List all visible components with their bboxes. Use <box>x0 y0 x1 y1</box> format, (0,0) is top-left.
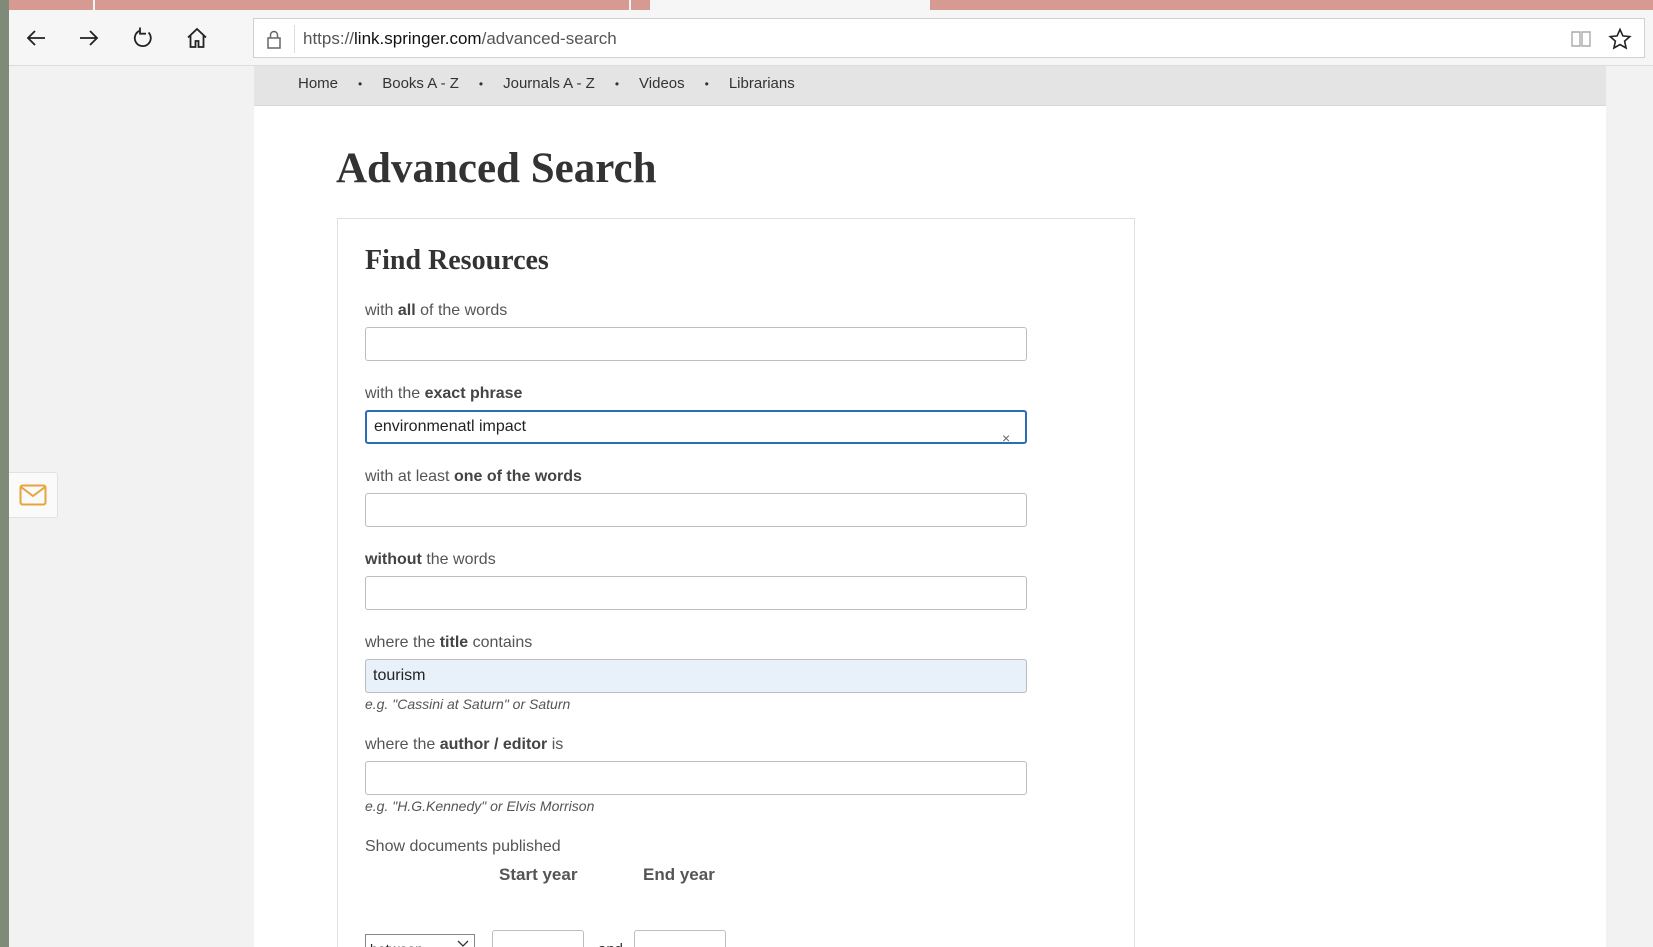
label-text: the words <box>421 551 496 568</box>
refresh-button[interactable] <box>125 20 161 56</box>
all-words-input[interactable] <box>365 327 1027 361</box>
back-arrow-icon <box>26 30 45 46</box>
home-icon <box>187 27 207 48</box>
title-contains-input[interactable] <box>365 659 1027 693</box>
forward-button[interactable] <box>71 20 107 56</box>
without-words-input[interactable] <box>365 576 1027 610</box>
start-year-label: Start year <box>499 865 578 884</box>
url-scheme: https:// <box>303 29 355 48</box>
envelope-icon <box>19 484 47 506</box>
url-text: https://link.springer.com/advanced-searc… <box>303 29 617 49</box>
tab-strip <box>9 0 1653 10</box>
title-contains-label: where the title contains <box>365 634 532 652</box>
tab-divider <box>629 0 631 10</box>
site-nav-bar: Home • Books A - Z • Journals A - Z • Vi… <box>254 66 1606 106</box>
author-hint: e.g. "H.G.Kennedy" or Elvis Morrison <box>365 798 595 814</box>
url-path: /advanced-search <box>481 29 617 48</box>
one-of-words-input[interactable] <box>365 493 1027 527</box>
reading-view-icon[interactable] <box>1570 29 1592 49</box>
nav-separator: • <box>358 76 363 91</box>
url-domain: link.springer.com <box>354 29 482 48</box>
end-year-label: End year <box>643 865 715 884</box>
title-hint: e.g. "Cassini at Saturn" or Saturn <box>365 696 571 712</box>
label-text: of the words <box>415 302 508 319</box>
favorite-star-icon[interactable] <box>1608 27 1632 51</box>
site-nav-links: Home • Books A - Z • Journals A - Z • Vi… <box>298 75 795 92</box>
label-text: with <box>365 302 398 319</box>
back-button[interactable] <box>18 20 54 56</box>
find-resources-form: Find Resources with all of the words wit… <box>337 218 1135 947</box>
end-year-input[interactable] <box>634 930 726 947</box>
label-text: where the <box>365 634 440 651</box>
start-year-input[interactable] <box>492 930 584 947</box>
author-input[interactable] <box>365 761 1027 795</box>
exact-phrase-label: with the exact phrase <box>365 385 522 403</box>
nav-link-videos[interactable]: Videos <box>639 75 685 92</box>
page-content: Advanced Search Find Resources with all … <box>254 106 1606 947</box>
date-range-label: Show documents published <box>365 838 561 855</box>
all-words-label: with all of the words <box>365 302 507 320</box>
form-title: Find Resources <box>365 245 549 276</box>
nav-link-home[interactable]: Home <box>298 75 338 92</box>
label-text: is <box>547 736 564 753</box>
label-text: where the <box>365 736 440 753</box>
nav-separator: • <box>614 76 620 91</box>
browser-toolbar: https://link.springer.com/advanced-searc… <box>9 10 1653 66</box>
address-bar[interactable]: https://link.springer.com/advanced-searc… <box>253 18 1645 58</box>
nav-separator: • <box>478 76 484 91</box>
address-divider <box>294 25 295 53</box>
nav-separator: • <box>704 76 709 91</box>
label-emphasis: author / editor <box>439 736 548 753</box>
label-text: with the <box>365 385 425 402</box>
date-mode-value: between <box>370 941 423 947</box>
author-label: where the author / editor is <box>365 736 563 754</box>
lock-icon <box>267 30 281 49</box>
tab-divider <box>93 0 95 10</box>
active-tab[interactable] <box>650 0 930 10</box>
without-words-label: without the words <box>365 551 496 569</box>
label-emphasis: without <box>365 551 422 568</box>
date-mode-select[interactable]: between <box>365 934 475 947</box>
refresh-icon <box>133 27 152 47</box>
label-text: contains <box>468 634 533 651</box>
home-button[interactable] <box>179 20 215 56</box>
nav-link-journals[interactable]: Journals A - Z <box>503 75 595 92</box>
feedback-button[interactable] <box>9 472 58 518</box>
and-label: and <box>598 941 623 947</box>
nav-link-books[interactable]: Books A - Z <box>382 75 459 92</box>
clear-input-icon[interactable]: × <box>1002 430 1010 446</box>
label-emphasis: one of the words <box>453 468 582 485</box>
page-title: Advanced Search <box>336 145 657 192</box>
nav-link-librarians[interactable]: Librarians <box>729 75 795 92</box>
forward-arrow-icon <box>80 30 99 46</box>
label-text: with at least <box>365 468 454 485</box>
label-emphasis: all <box>397 302 416 319</box>
label-emphasis: title <box>439 634 469 651</box>
exact-phrase-input[interactable] <box>365 410 1027 444</box>
label-emphasis: exact phrase <box>424 385 523 402</box>
one-of-words-label: with at least one of the words <box>365 468 582 486</box>
chevron-down-icon <box>457 940 469 947</box>
